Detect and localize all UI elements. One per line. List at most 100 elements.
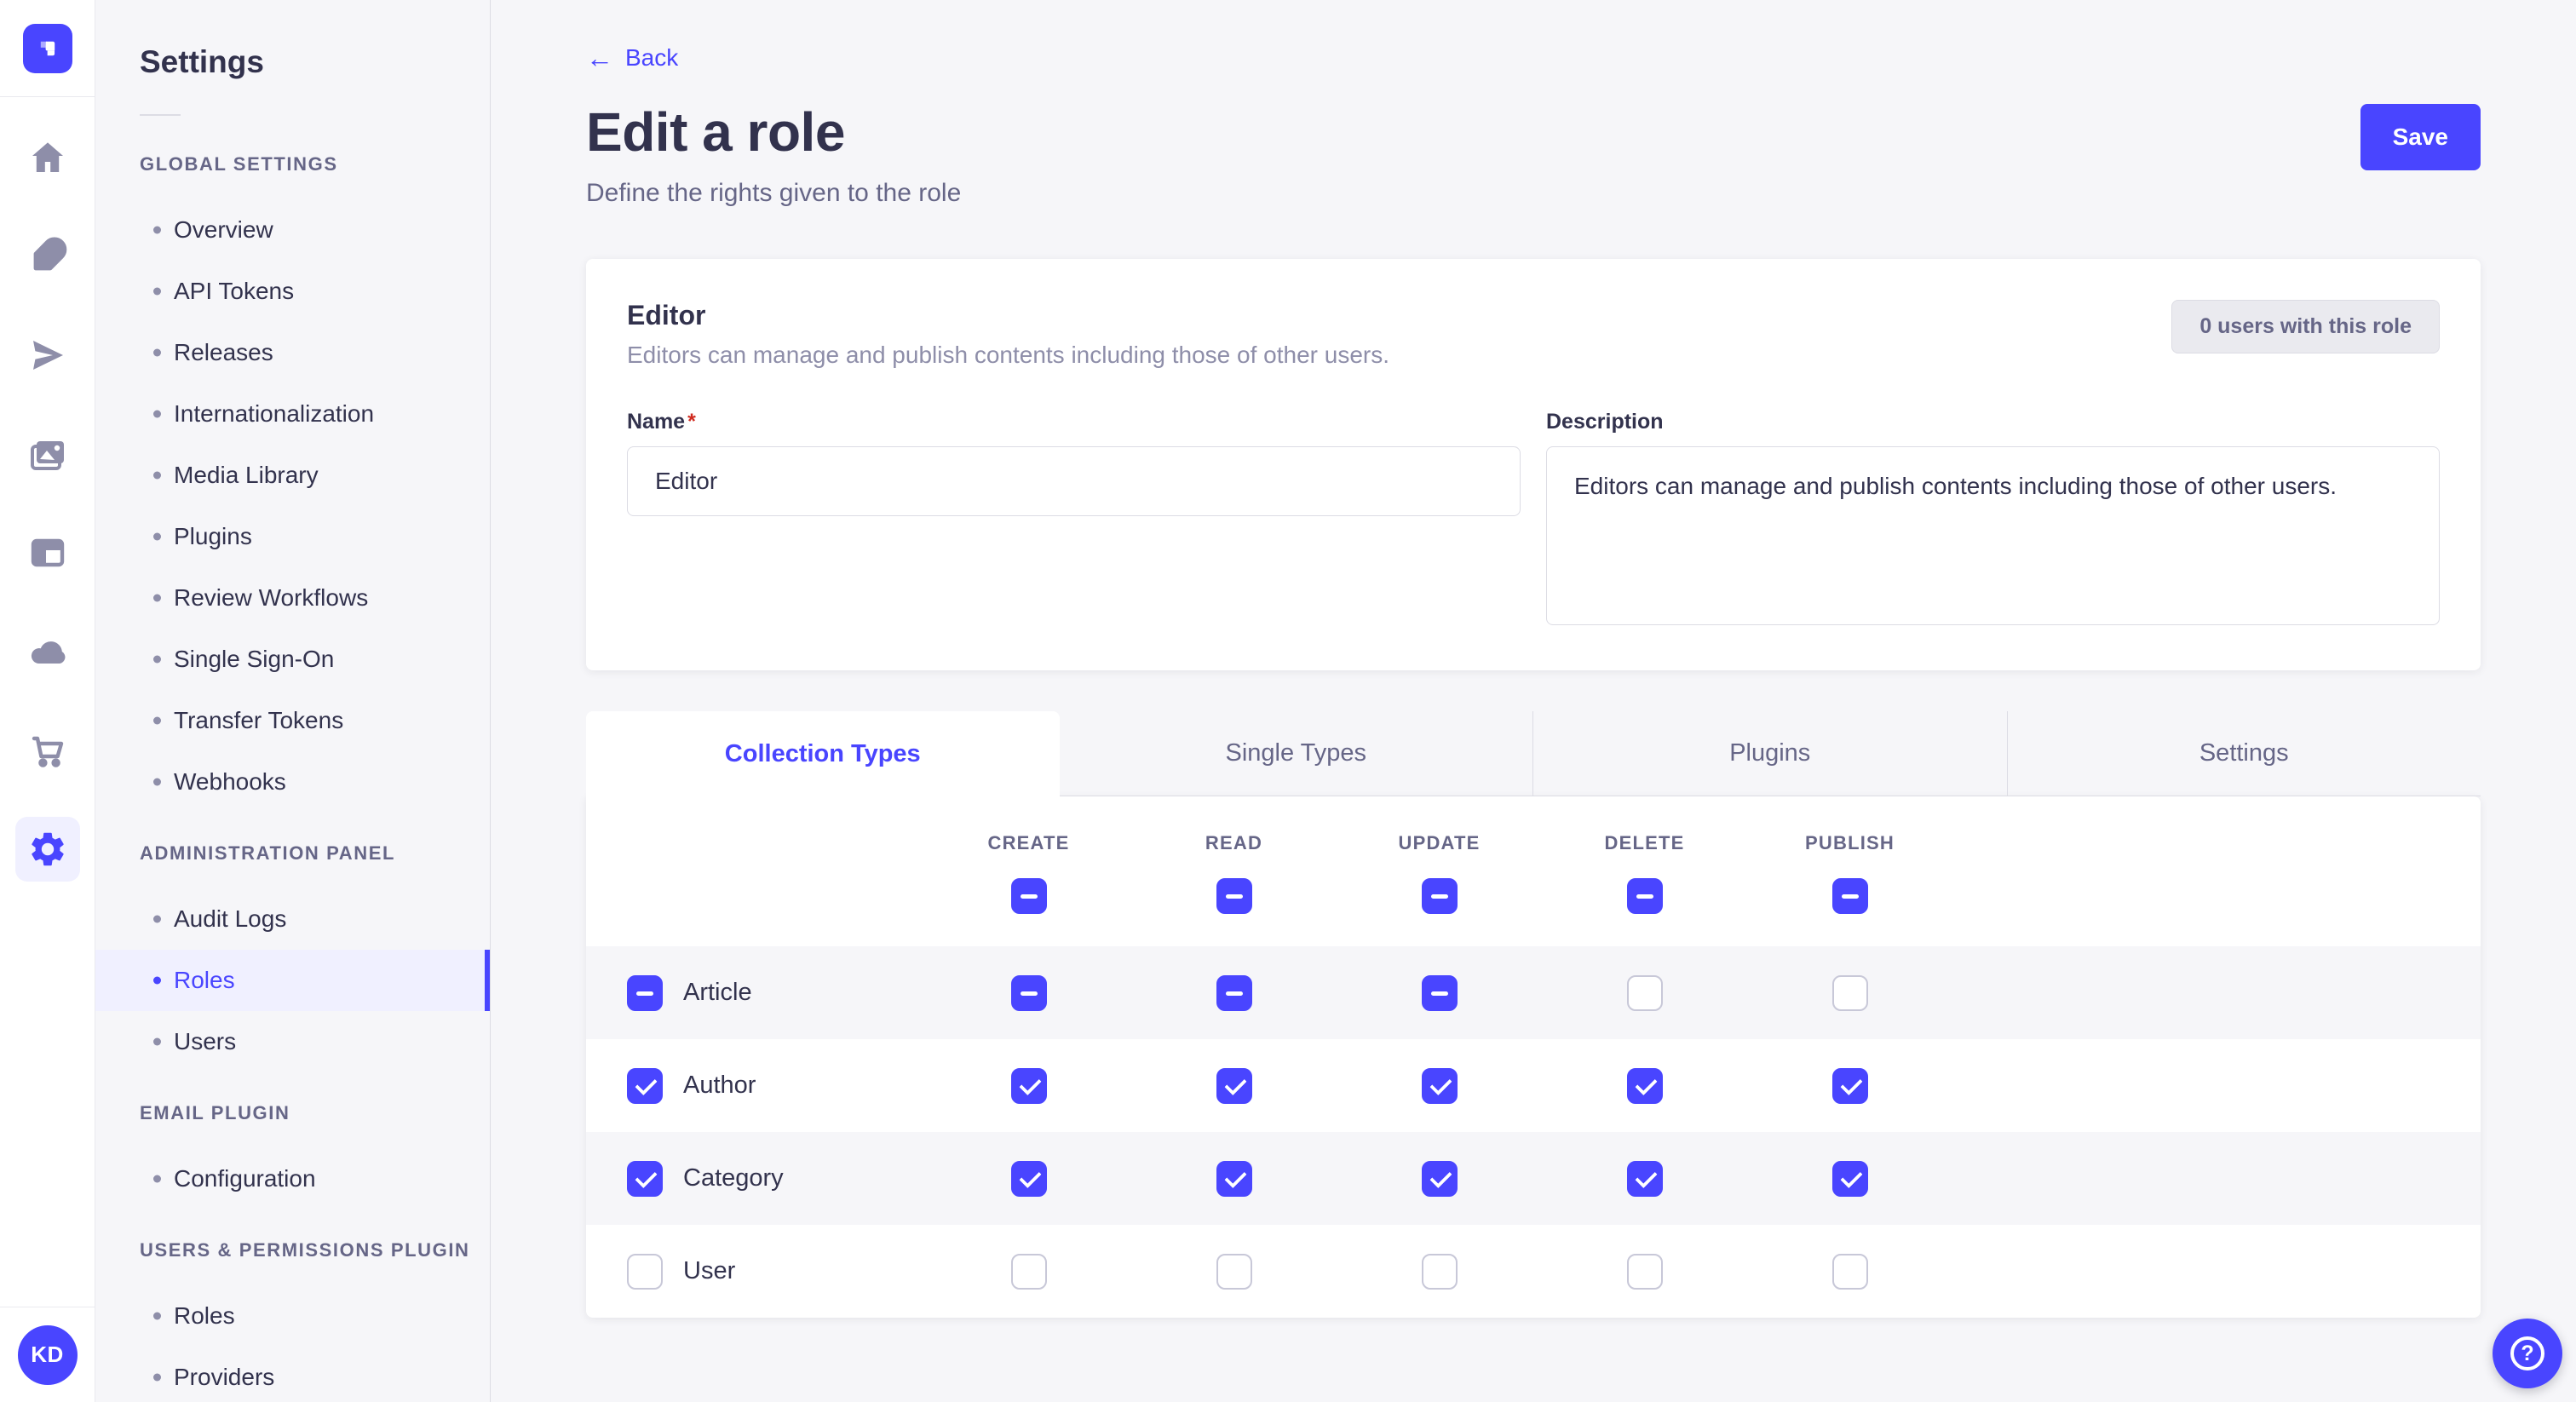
cloud-icon[interactable] bbox=[15, 619, 80, 684]
role-fields-row: Name* Description Editors can manage and… bbox=[627, 410, 2440, 629]
checkbox-category-update[interactable] bbox=[1422, 1161, 1458, 1197]
email-plugin-list: Configuration bbox=[95, 1148, 490, 1210]
tab-collection-types[interactable]: Collection Types bbox=[586, 711, 1060, 796]
tab-settings[interactable]: Settings bbox=[2007, 711, 2481, 796]
sidebar-item-internationalization[interactable]: Internationalization bbox=[95, 383, 490, 445]
checkbox-article-delete[interactable] bbox=[1627, 975, 1663, 1011]
master-checkbox-create[interactable] bbox=[1011, 878, 1047, 914]
table-row-author: Author bbox=[586, 1039, 2481, 1132]
sidebar-item-plugins[interactable]: Plugins bbox=[95, 506, 490, 567]
sidebar-item-up-providers[interactable]: Providers bbox=[95, 1347, 490, 1402]
sidebar-item-configuration[interactable]: Configuration bbox=[95, 1148, 490, 1210]
users-permissions-list: Roles Providers bbox=[95, 1285, 490, 1402]
role-name-heading: Editor bbox=[627, 300, 1389, 331]
main-content: ← Back Edit a role Define the rights giv… bbox=[491, 0, 2576, 1402]
row-label-article: Article bbox=[683, 979, 752, 1007]
role-details-card: Editor Editors can manage and publish co… bbox=[586, 259, 2481, 670]
sidebar-item-media-library[interactable]: Media Library bbox=[95, 445, 490, 506]
users-with-role-badge[interactable]: 0 users with this role bbox=[2171, 300, 2440, 353]
paper-plane-icon[interactable] bbox=[15, 323, 80, 388]
page-subtitle: Define the rights given to the role bbox=[586, 179, 961, 208]
back-label: Back bbox=[625, 44, 678, 72]
table-row-article: Article bbox=[586, 946, 2481, 1039]
checkbox-article-update[interactable] bbox=[1422, 975, 1458, 1011]
column-label-delete: Delete bbox=[1542, 832, 1747, 854]
sidebar-item-up-roles[interactable]: Roles bbox=[95, 1285, 490, 1347]
save-button[interactable]: Save bbox=[2360, 104, 2481, 170]
permissions-table-header: Create Read Update Delete Publish bbox=[586, 796, 2481, 946]
checkbox-author-create[interactable] bbox=[1011, 1068, 1047, 1104]
master-checkbox-update[interactable] bbox=[1422, 878, 1458, 914]
master-checkbox-delete[interactable] bbox=[1627, 878, 1663, 914]
permissions-table: Create Read Update Delete Publish bbox=[586, 796, 2481, 1318]
checkbox-author-delete[interactable] bbox=[1627, 1068, 1663, 1104]
tab-single-types[interactable]: Single Types bbox=[1060, 711, 1533, 796]
gear-icon[interactable] bbox=[15, 817, 80, 882]
checkbox-article-read[interactable] bbox=[1216, 975, 1252, 1011]
column-labels-row: Create Read Update Delete Publish bbox=[586, 832, 2481, 854]
sidebar-item-overview[interactable]: Overview bbox=[95, 199, 490, 261]
checkbox-category-read[interactable] bbox=[1216, 1161, 1252, 1197]
checkbox-author-update[interactable] bbox=[1422, 1068, 1458, 1104]
column-label-create: Create bbox=[926, 832, 1131, 854]
section-label-users-permissions-plugin: Users & Permissions Plugin bbox=[95, 1239, 490, 1261]
sidebar-item-review-workflows[interactable]: Review Workflows bbox=[95, 567, 490, 629]
column-label-read: Read bbox=[1131, 832, 1337, 854]
images-icon[interactable] bbox=[15, 422, 80, 486]
help-button[interactable]: ? bbox=[2493, 1319, 2562, 1388]
checkbox-category-delete[interactable] bbox=[1627, 1161, 1663, 1197]
checkbox-author-read[interactable] bbox=[1216, 1068, 1252, 1104]
sidebar-item-audit-logs[interactable]: Audit Logs bbox=[95, 888, 490, 950]
home-icon[interactable] bbox=[15, 125, 80, 190]
checkbox-article-create[interactable] bbox=[1011, 975, 1047, 1011]
master-checkbox-read[interactable] bbox=[1216, 878, 1252, 914]
role-card-header-text: Editor Editors can manage and publish co… bbox=[627, 300, 1389, 369]
tab-plugins[interactable]: Plugins bbox=[1532, 711, 2007, 796]
sidebar-item-single-sign-on[interactable]: Single Sign-On bbox=[95, 629, 490, 690]
sidebar-item-transfer-tokens[interactable]: Transfer Tokens bbox=[95, 690, 490, 751]
layout-icon[interactable] bbox=[15, 520, 80, 585]
row-checkbox-author[interactable] bbox=[627, 1068, 663, 1104]
section-label-global-settings: Global Settings bbox=[95, 153, 490, 175]
row-checkbox-user[interactable] bbox=[627, 1254, 663, 1290]
name-field-group: Name* bbox=[627, 410, 1521, 629]
checkbox-user-publish[interactable] bbox=[1832, 1254, 1868, 1290]
row-label-user: User bbox=[683, 1257, 735, 1285]
checkbox-article-publish[interactable] bbox=[1832, 975, 1868, 1011]
checkbox-category-publish[interactable] bbox=[1832, 1161, 1868, 1197]
feather-icon[interactable] bbox=[15, 224, 80, 289]
row-checkbox-article[interactable] bbox=[627, 975, 663, 1011]
app-window: KD Settings Global Settings Overview API… bbox=[0, 0, 2576, 1402]
page-title: Edit a role bbox=[586, 101, 961, 164]
row-checkbox-category[interactable] bbox=[627, 1161, 663, 1197]
sidebar-item-webhooks[interactable]: Webhooks bbox=[95, 751, 490, 813]
checkbox-user-delete[interactable] bbox=[1627, 1254, 1663, 1290]
back-arrow-icon: ← bbox=[586, 44, 613, 72]
table-row-user: User bbox=[586, 1225, 2481, 1318]
sidebar-item-users[interactable]: Users bbox=[95, 1011, 490, 1072]
user-avatar[interactable]: KD bbox=[18, 1325, 78, 1385]
rail-bottom-section: KD bbox=[0, 1307, 95, 1402]
master-checkbox-publish[interactable] bbox=[1832, 878, 1868, 914]
name-input[interactable] bbox=[627, 446, 1521, 516]
checkbox-user-read[interactable] bbox=[1216, 1254, 1252, 1290]
shopping-cart-icon[interactable] bbox=[15, 718, 80, 783]
description-field-group: Description Editors can manage and publi… bbox=[1546, 410, 2440, 629]
back-link[interactable]: ← Back bbox=[586, 44, 678, 72]
question-mark-icon: ? bbox=[2510, 1336, 2544, 1370]
strapi-logo[interactable] bbox=[23, 24, 72, 73]
checkbox-category-create[interactable] bbox=[1011, 1161, 1047, 1197]
rail-icon-list bbox=[15, 125, 80, 1307]
checkbox-author-publish[interactable] bbox=[1832, 1068, 1868, 1104]
permissions-tabs: Collection Types Single Types Plugins Se… bbox=[586, 711, 2481, 796]
sidebar-item-api-tokens[interactable]: API Tokens bbox=[95, 261, 490, 322]
description-label: Description bbox=[1546, 410, 2440, 434]
row-label-category: Category bbox=[683, 1164, 784, 1192]
global-settings-list: Overview API Tokens Releases Internation… bbox=[95, 199, 490, 813]
checkbox-user-create[interactable] bbox=[1011, 1254, 1047, 1290]
checkbox-user-update[interactable] bbox=[1422, 1254, 1458, 1290]
description-textarea[interactable]: Editors can manage and publish contents … bbox=[1546, 446, 2440, 625]
sidebar-item-releases[interactable]: Releases bbox=[95, 322, 490, 383]
sidebar-item-roles-active[interactable]: Roles bbox=[95, 950, 490, 1011]
icon-rail: KD bbox=[0, 0, 95, 1402]
